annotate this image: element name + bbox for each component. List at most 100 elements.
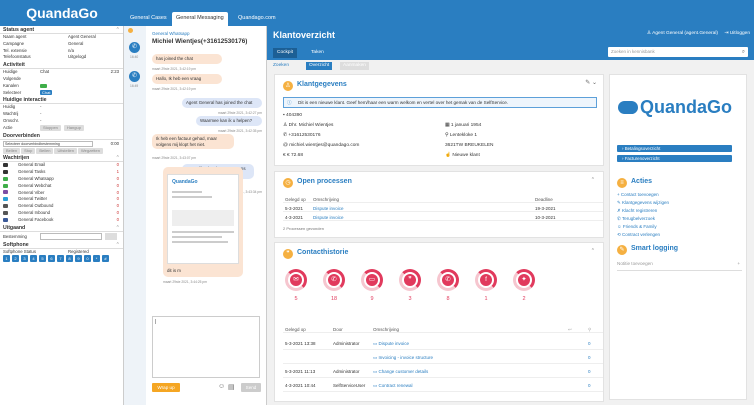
app-logo: QuandaGo [26,5,98,21]
payment-overview-button[interactable]: › Betalingsoverzicht [617,145,732,152]
queue-item[interactable]: General Outbound 0 [0,203,123,210]
action-link[interactable]: ✆ Terugbelverzoek [617,216,655,222]
queue-list: General Email 0 General Tasks 1 General What… [0,162,123,223]
logout-link[interactable]: ⇥ Uitloggen [724,31,750,36]
channel-ring[interactable]: ✦ [513,269,535,291]
agent-user[interactable]: ♙ Agent General (agent.General) [647,31,718,36]
activiteit-header[interactable]: Activiteit [0,61,123,70]
tab-zoeken[interactable]: Zoeken [273,63,289,68]
knowledge-search[interactable]: Zoeken in kennisbank ⌕ [608,47,748,57]
tab-general-cases[interactable]: General Cases [126,12,171,26]
chevron-up-icon[interactable]: ⌃ [116,241,120,249]
tab-cockpit[interactable]: Cockpit [273,48,297,58]
history-row[interactable]: 4-3-2021 10:44 SelfServiceUser ▭ Contract … [283,380,603,392]
history-link[interactable]: ▭ Contract renewal [373,380,413,392]
channel-ring[interactable]: ▭ [361,269,383,291]
stop-transfer-button[interactable]: Stop [21,147,36,154]
keypad-key[interactable]: 6 [48,255,55,263]
chat-bubble-icon[interactable]: ✆ [129,71,140,82]
keypad-key[interactable]: 7 [57,255,64,263]
hangup-button[interactable]: Hangup [63,124,84,131]
history-link[interactable]: ▭ Dispute invoice [373,338,409,350]
table-row[interactable]: 5-3-2021 Dispute invoice 19-3-2021 [283,205,603,212]
keypad-key[interactable]: * [93,255,100,263]
image-message[interactable]: QuandaGo dit is m [163,167,243,277]
table-row[interactable]: 4-3-2021 Dispute invoice 10-3-2021 [283,214,603,221]
wrap-up-button[interactable]: Wrap up [152,383,180,392]
keypad-key[interactable]: 1 [3,255,10,263]
queue-item[interactable]: General Inbound 0 [0,210,123,217]
process-link[interactable]: Dispute invoice [313,214,344,221]
dial-button[interactable] [105,232,117,240]
queue-item[interactable]: General Tasks 1 [0,169,123,176]
queue-item[interactable]: General Viber 0 [0,190,123,197]
action-link[interactable]: + Contact toevoegen [617,192,659,197]
action-link[interactable]: ✎ Klantgegevens wijzigen [617,200,669,206]
send-button[interactable]: Send [241,383,261,392]
keypad-key[interactable]: 9 [75,255,82,263]
interactie-header[interactable]: Huidige interactie [0,96,123,105]
wachtrijen-header[interactable]: Wachtrijen ⌃ [0,154,123,163]
tab-overzicht[interactable]: Overzicht [306,62,333,70]
doorverbinden-header[interactable]: Doorverbinden [0,132,123,140]
message-input[interactable]: | [152,316,260,378]
postpone-button[interactable]: Uitstellen [54,147,77,154]
history-row[interactable]: ▭ Invoicing - invoice structure 0 [283,352,603,364]
chevron-up-icon[interactable]: ⌃ [116,26,120,34]
queue-item[interactable]: General Facebook 0 [0,217,123,224]
uitgaand-header[interactable]: Uitgaand ⌃ [0,224,123,232]
activity-select[interactable]: Chat [40,89,53,97]
call2-button[interactable]: Bellen [36,147,54,154]
chevron-up-icon[interactable]: ⌃ [116,224,120,232]
channel-ring[interactable]: ✆ [323,269,345,291]
keypad-key[interactable]: 8 [66,255,73,263]
action-link[interactable]: ⟲ Contract verlengen [617,232,660,238]
channel-ring[interactable]: ✉ [285,269,307,291]
emoji-icon[interactable]: ☺ [218,383,225,390]
tab-aanmaken[interactable]: Aanmaken [340,62,369,70]
keypad-key[interactable]: 5 [39,255,46,263]
keypad-key[interactable]: 4 [30,255,37,263]
note-input[interactable]: Notitie toevoegen + [617,261,742,271]
stop-button[interactable]: Stoppen [40,124,61,131]
queue-item[interactable]: General Whatsapp 0 [0,176,123,183]
transfer-select[interactable]: Selecteer doorverbindbestemming [3,140,93,147]
action-link[interactable]: ✗ Klacht registreren [617,208,657,214]
chevron-up-icon[interactable]: ⌃ [591,177,595,183]
history-row[interactable]: 5-3-2021 11:13 Administrator ▭ Change cust… [283,366,603,378]
keypad-key[interactable]: 2 [12,255,19,263]
channel-ring[interactable]: f [475,269,497,291]
tab-quandago[interactable]: Quandago.com [234,12,280,26]
chevron-up-icon[interactable]: ⌃ [116,154,120,162]
process-link[interactable]: Dispute invoice [313,205,344,212]
history-link[interactable]: ▭ Change customer details [373,366,428,378]
tab-taken[interactable]: Taken [307,48,328,58]
template-icon[interactable]: ▤ [228,383,235,391]
park-button[interactable]: Wegzetten [77,147,103,154]
logging-title: Smart logging [631,245,679,252]
tab-general-messaging[interactable]: General Messaging [172,12,228,26]
plus-icon[interactable]: + [737,261,740,266]
invoice-thumbnail[interactable]: QuandaGo [167,174,239,264]
softphone-header[interactable]: Softphone ⌃ [0,241,123,249]
keypad-key[interactable]: 3 [21,255,28,263]
queue-item[interactable]: General Webchat 0 [0,183,123,190]
invoice-overview-button[interactable]: › Facturenoverzicht [617,155,732,162]
chat-bubble-icon[interactable]: ✆ [129,42,140,53]
history-link[interactable]: ▭ Invoicing - invoice structure [373,352,433,364]
queue-item[interactable]: General Email 0 [0,162,123,169]
action-link[interactable]: ☺ Friends & Family [617,224,657,229]
history-row[interactable]: 5-3-2021 13:38 Administrator ▭ Dispute inv… [283,338,603,350]
channel-ring[interactable]: ❞ [399,269,421,291]
queue-item[interactable]: General Twitter 0 [0,196,123,203]
destination-input[interactable] [40,232,102,240]
edit-icon[interactable]: ✎ ⌄ [585,79,597,86]
search-icon[interactable]: ⌕ [742,47,745,57]
keypad-key[interactable]: 0 [84,255,91,263]
chat-pill[interactable]: Chat [40,89,53,95]
call-button[interactable]: Bellen [3,147,21,154]
channel-ring[interactable]: ✆ [437,269,459,291]
keypad-key[interactable]: # [102,255,109,263]
chevron-up-icon[interactable]: ⌃ [591,248,595,254]
status-agent-header[interactable]: Status agent ⌃ [0,26,123,34]
